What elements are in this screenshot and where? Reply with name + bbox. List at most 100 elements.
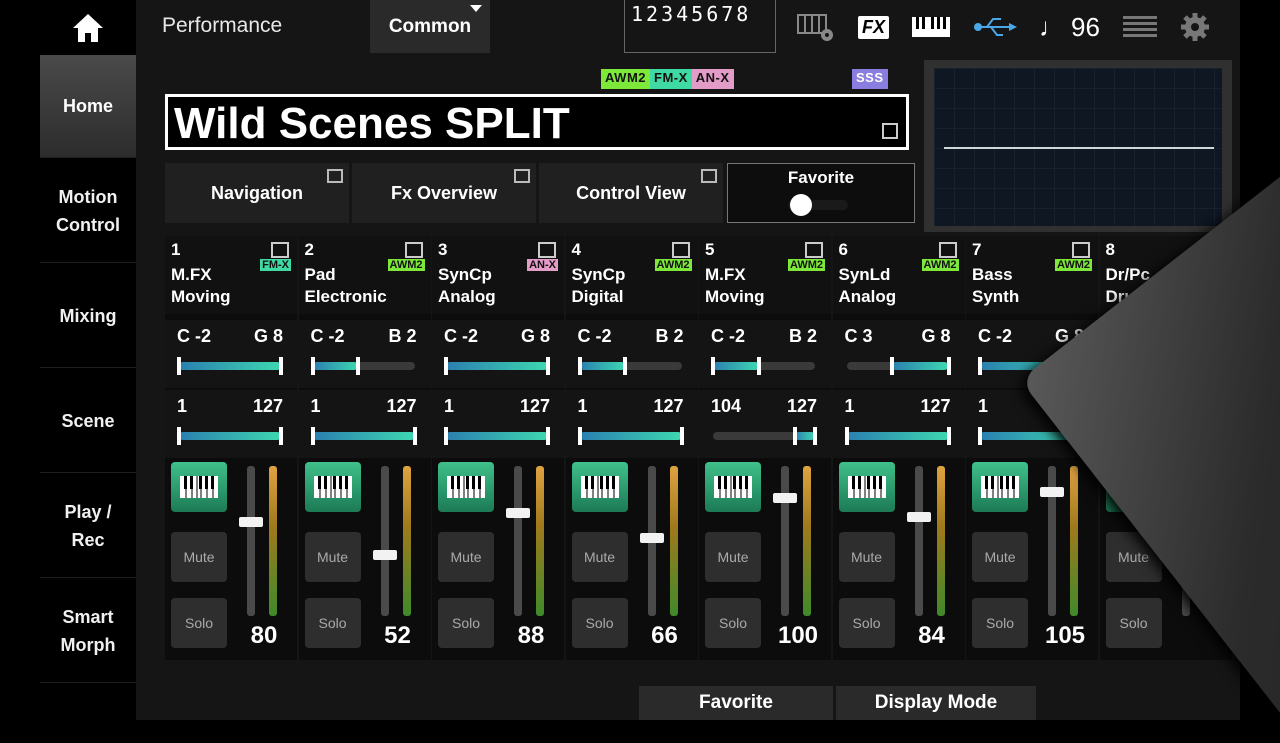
note-limit[interactable]: C -2 B 2 — [565, 320, 698, 388]
quick-setup-icon[interactable] — [1122, 14, 1158, 40]
volume-fader[interactable] — [514, 466, 522, 616]
volume-fader[interactable] — [380, 466, 389, 616]
part-header[interactable]: 7 AWM2 Bass Synth — [966, 236, 1098, 314]
part-header[interactable]: 6 AWM2 SynLd Analog — [832, 236, 965, 314]
note-limit[interactable]: C 3 G 8 — [832, 320, 965, 388]
nav-scene[interactable]: Scene — [40, 370, 136, 473]
nav-play-rec[interactable]: Play / Rec — [40, 475, 136, 578]
keyboard-control-button[interactable] — [705, 462, 761, 512]
note-range-bar[interactable] — [711, 357, 815, 375]
velocity-range-low-handle[interactable] — [177, 427, 181, 445]
keyboard-control-button[interactable] — [438, 462, 494, 512]
volume-fader-handle[interactable] — [1040, 486, 1064, 497]
velocity-range-bar[interactable] — [713, 427, 817, 445]
keyboard-control-button[interactable] — [304, 462, 361, 512]
velocity-range-high-handle[interactable] — [813, 427, 817, 445]
velocity-range-bar[interactable] — [310, 427, 417, 445]
nav-motion-control[interactable]: Motion Control — [40, 160, 136, 263]
note-range-high-handle[interactable] — [623, 357, 628, 375]
note-limit[interactable]: C -2 G 8 — [432, 320, 564, 388]
keyboard-settings-icon[interactable] — [796, 11, 836, 43]
velocity-range-bar[interactable] — [177, 427, 283, 445]
velocity-range-low-handle[interactable] — [577, 427, 582, 445]
note-range-low-handle[interactable] — [177, 357, 181, 375]
display-mode-button[interactable]: Display Mode — [836, 686, 1036, 720]
tempo-display[interactable]: ♩ 96 — [1039, 12, 1100, 43]
note-limit[interactable]: C -2 B 2 — [699, 320, 831, 388]
favorite-bottom-button[interactable]: Favorite — [639, 686, 833, 720]
mute-button[interactable]: Mute — [304, 532, 361, 582]
velocity-limit[interactable]: 1 127 — [165, 390, 297, 458]
solo-button[interactable]: Solo — [1105, 598, 1162, 648]
fx-icon[interactable]: FX — [858, 15, 890, 39]
note-range-low-handle[interactable] — [310, 357, 315, 375]
solo-button[interactable]: Solo — [838, 598, 895, 648]
home-button[interactable] — [40, 0, 136, 55]
note-range-bar[interactable] — [310, 357, 415, 375]
note-range-bar[interactable] — [846, 357, 951, 375]
solo-button[interactable]: Solo — [705, 598, 761, 648]
note-range-low-handle[interactable] — [711, 357, 715, 375]
mute-button[interactable]: Mute — [571, 532, 628, 582]
keyboard-control-button[interactable] — [171, 462, 227, 512]
mute-button[interactable]: Mute — [438, 532, 494, 582]
note-range-low-handle[interactable] — [978, 357, 982, 375]
note-limit[interactable]: C -2 B 2 — [298, 320, 431, 388]
nav-mixing[interactable]: Mixing — [40, 265, 136, 368]
part-header[interactable]: 4 AWM2 SynCp Digital — [565, 236, 698, 314]
note-range-high-handle[interactable] — [279, 357, 283, 375]
volume-fader-handle[interactable] — [773, 492, 797, 503]
note-range-high-handle[interactable] — [546, 357, 550, 375]
note-range-low-handle[interactable] — [890, 357, 895, 375]
note-range-low-handle[interactable] — [444, 357, 448, 375]
velocity-range-bar[interactable] — [577, 427, 684, 445]
velocity-range-low-handle[interactable] — [792, 427, 797, 445]
part-header[interactable]: 3 AN-X SynCp Analog — [432, 236, 564, 314]
gear-icon[interactable] — [1180, 12, 1210, 42]
keyboard-control-button[interactable] — [571, 462, 628, 512]
note-range-low-handle[interactable] — [577, 357, 582, 375]
velocity-range-high-handle[interactable] — [679, 427, 684, 445]
velocity-range-low-handle[interactable] — [844, 427, 849, 445]
velocity-range-low-handle[interactable] — [310, 427, 315, 445]
keyboard-control-button[interactable] — [972, 462, 1028, 512]
solo-button[interactable]: Solo — [304, 598, 361, 648]
mute-button[interactable]: Mute — [838, 532, 895, 582]
part-header[interactable]: 2 AWM2 Pad Electronic — [298, 236, 431, 314]
note-range-bar[interactable] — [177, 357, 283, 375]
velocity-range-bar[interactable] — [444, 427, 550, 445]
velocity-limit[interactable]: 1 127 — [565, 390, 698, 458]
velocity-range-high-handle[interactable] — [412, 427, 417, 445]
velocity-limit[interactable]: 1 127 — [432, 390, 564, 458]
note-range-bar[interactable] — [577, 357, 682, 375]
velocity-limit[interactable]: 1 127 — [832, 390, 965, 458]
note-range-high-handle[interactable] — [946, 357, 951, 375]
mute-button[interactable]: Mute — [972, 532, 1028, 582]
velocity-range-high-handle[interactable] — [946, 427, 951, 445]
note-limit[interactable]: C -2 G 8 — [165, 320, 297, 388]
volume-fader[interactable] — [247, 466, 255, 616]
velocity-range-low-handle[interactable] — [978, 427, 982, 445]
mute-button[interactable]: Mute — [705, 532, 761, 582]
velocity-limit[interactable]: 104 127 — [699, 390, 831, 458]
note-range-bar[interactable] — [444, 357, 550, 375]
volume-fader-handle[interactable] — [506, 507, 530, 518]
common-button[interactable]: Common — [370, 0, 490, 53]
keyboard-control-button[interactable] — [838, 462, 895, 512]
solo-button[interactable]: Solo — [438, 598, 494, 648]
volume-fader-handle[interactable] — [639, 533, 664, 543]
solo-button[interactable]: Solo — [171, 598, 227, 648]
fx-overview-button[interactable]: Fx Overview — [352, 163, 536, 223]
favorite-toggle[interactable]: Favorite — [727, 163, 915, 223]
control-view-button[interactable]: Control View — [539, 163, 723, 223]
note-range-high-handle[interactable] — [756, 357, 761, 375]
part-header[interactable]: 5 AWM2 M.FX Moving — [699, 236, 831, 314]
nav-smart-morph[interactable]: Smart Morph — [40, 580, 136, 683]
volume-fader[interactable] — [781, 466, 789, 616]
volume-fader-handle[interactable] — [372, 549, 397, 560]
solo-button[interactable]: Solo — [571, 598, 628, 648]
velocity-limit[interactable]: 1 127 — [298, 390, 431, 458]
volume-fader-handle[interactable] — [906, 512, 931, 522]
volume-fader-handle[interactable] — [239, 516, 263, 527]
velocity-range-bar[interactable] — [844, 427, 951, 445]
